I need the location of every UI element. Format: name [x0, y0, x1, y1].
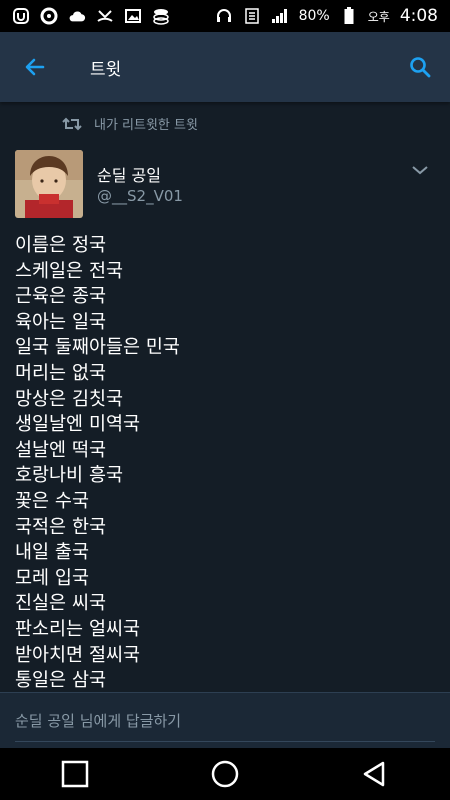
tweet-text: 이름은 정국스케일은 전국근육은 종국육아는 일국일국 둘째아들은 민국머리는 … — [15, 233, 435, 694]
signal-icon — [271, 7, 289, 25]
tweet-text-line: 받아치면 절씨국 — [15, 644, 141, 666]
back-arrow-button[interactable] — [0, 32, 70, 102]
tweet-text-line: 망상은 김칫국 — [15, 388, 124, 410]
tweet-text-line: 내일 출국 — [15, 542, 89, 564]
system-nav-bar — [0, 748, 450, 800]
tweet-header: 순딜 공일 @__S2_V01 — [15, 150, 435, 220]
tweet-text-line: 통일은 삼국 — [15, 670, 106, 692]
cloud-icon — [68, 7, 86, 25]
author-name[interactable]: 순딜 공일 — [97, 162, 161, 186]
tweet-text-line: 국적은 한국 — [15, 516, 106, 538]
tweet-text-line: 진실은 씨국 — [15, 593, 106, 615]
reply-bar: 순딜 공일 님에게 답글하기 — [0, 692, 450, 749]
retweet-context: 내가 리트윗한 트윗 — [62, 114, 198, 133]
search-icon — [410, 57, 431, 78]
recents-button[interactable] — [45, 748, 105, 800]
u-plus-icon — [12, 7, 30, 25]
app-bar: 트윗 — [0, 32, 450, 102]
back-arrow-icon — [25, 58, 45, 76]
retweet-context-text: 내가 리트윗한 트윗 — [94, 118, 198, 133]
chevron-down-icon — [412, 166, 428, 175]
status-left-icons — [12, 7, 170, 25]
clock-ampm: 오후 — [367, 9, 390, 24]
missed-call-icon — [96, 7, 114, 25]
battery-percent: 80% — [298, 8, 330, 24]
k-circle-icon — [40, 7, 58, 25]
tweet-text-line: 모레 입국 — [15, 567, 89, 589]
retweet-icon — [62, 117, 82, 130]
tweet-text-line: 설날엔 떡국 — [15, 439, 106, 461]
tweet-text-line: 일국 둘째아들은 민국 — [15, 337, 180, 359]
page-title: 트윗 — [90, 59, 122, 80]
tweet-text-line: 스케일은 전국 — [15, 260, 124, 282]
home-circle-icon — [211, 760, 239, 788]
tweet-text-line: 생일날엔 미역국 — [15, 414, 141, 436]
tweet-text-line: 머리는 없국 — [15, 362, 106, 384]
clock-time: 4:08 — [399, 6, 438, 26]
recents-icon — [61, 760, 89, 788]
home-button[interactable] — [195, 748, 255, 800]
status-right-icons: 80% 오후 4:08 — [215, 6, 438, 26]
status-bar: 80% 오후 4:08 — [0, 0, 450, 32]
tweet-text-line: 판소리는 얼씨국 — [15, 618, 141, 640]
author-handle[interactable]: @__S2_V01 — [97, 187, 183, 205]
gallery-icon — [124, 7, 142, 25]
layers-icon — [152, 7, 170, 25]
tweet-text-line: 근육은 종국 — [15, 286, 106, 308]
tweet-text-line: 호랑나비 흥국 — [15, 465, 124, 487]
tweet-text-line: 이름은 정국 — [15, 235, 106, 256]
search-button[interactable] — [390, 32, 450, 102]
tweet-text-line: 육아는 일국 — [15, 311, 106, 333]
battery-icon — [340, 7, 358, 25]
volte-icon — [243, 7, 261, 25]
tweet-options-button[interactable] — [405, 158, 435, 182]
headset-icon — [215, 7, 233, 25]
avatar[interactable] — [15, 150, 83, 218]
tweet-text-line: 꽃은 수국 — [15, 490, 89, 512]
back-button[interactable] — [345, 748, 405, 800]
reply-underline — [15, 741, 435, 742]
reply-input[interactable]: 순딜 공일 님에게 답글하기 — [15, 710, 181, 731]
back-triangle-icon — [363, 761, 385, 787]
